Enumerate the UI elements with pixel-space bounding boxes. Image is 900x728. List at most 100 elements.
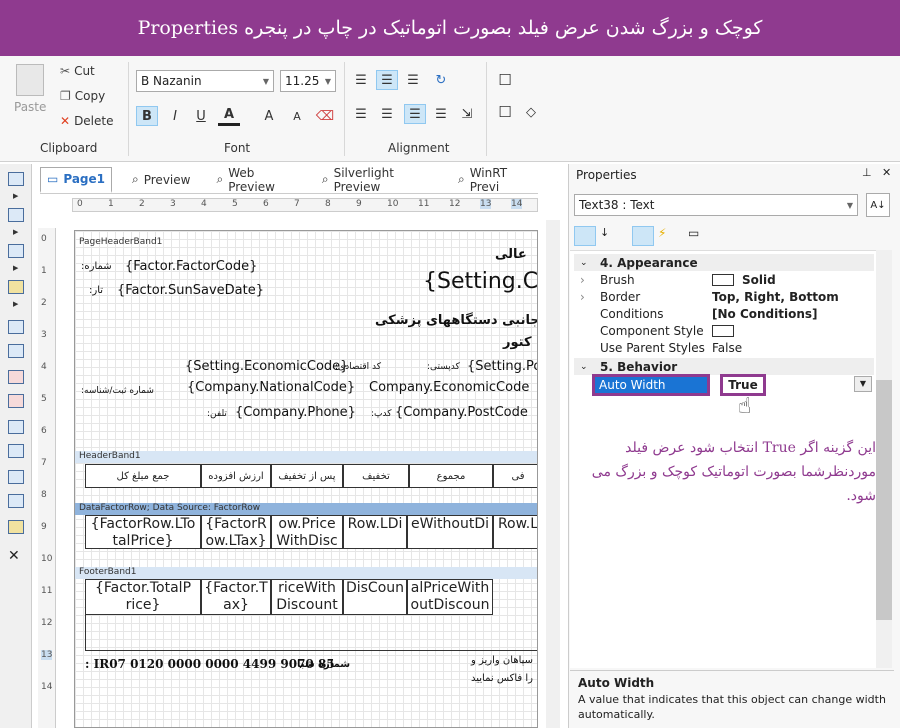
pin-icon[interactable]: ⊥: [862, 166, 872, 179]
sort-az-icon[interactable]: A↓: [866, 193, 890, 217]
border-all-icon[interactable]: ☐: [494, 102, 516, 122]
data-cell[interactable]: Row.L: [493, 515, 537, 549]
font-color-button[interactable]: A: [218, 106, 240, 126]
property-row[interactable]: › Border Top, Right, Bottom: [574, 288, 874, 305]
header-cell[interactable]: ارزش افزوده: [201, 464, 271, 488]
panel-icon[interactable]: [8, 470, 24, 484]
image-icon[interactable]: [8, 520, 24, 534]
setting-company-field[interactable]: {Setting.Co: [423, 269, 537, 294]
table-icon[interactable]: [8, 494, 24, 508]
data-cell[interactable]: {FactorRow.LTo talPrice}: [85, 515, 201, 549]
object-selector[interactable]: Text38 : Text ▼: [574, 194, 858, 216]
cut-button[interactable]: ✂ Cut: [60, 64, 95, 78]
font-family-select[interactable]: B Nazanin ▼: [136, 70, 274, 92]
align-right-icon[interactable]: ☰: [404, 104, 426, 124]
phone-field[interactable]: {Company.Phone}: [235, 405, 356, 420]
paste-button[interactable]: Paste: [14, 100, 46, 114]
band-icon[interactable]: [8, 172, 24, 186]
tools-icon[interactable]: ✕: [8, 548, 20, 564]
italic-button[interactable]: I: [164, 106, 186, 126]
auto-width-value[interactable]: True: [720, 374, 766, 396]
header-cell[interactable]: مجموع: [409, 464, 493, 488]
property-row[interactable]: Component Style: [574, 322, 874, 339]
save-date-field[interactable]: {Factor.SunSaveDate}: [117, 283, 264, 298]
property-row[interactable]: › Brush Solid: [574, 271, 874, 288]
title-text[interactable]: عالی: [495, 247, 527, 262]
property-row[interactable]: Use Parent Styles False: [574, 339, 874, 356]
border-icon[interactable]: ☐: [494, 70, 516, 90]
scroll-thumb[interactable]: [876, 380, 892, 620]
footer-cell[interactable]: {Factor.TotalP rice}: [85, 579, 201, 615]
expand-arrow-icon[interactable]: ▶: [13, 192, 18, 200]
company-postcode-field[interactable]: {Company.PostCode: [395, 405, 528, 420]
behavior-category[interactable]: ⌄ 5. Behavior: [574, 358, 874, 375]
property-row[interactable]: Conditions [No Conditions]: [574, 305, 874, 322]
appearance-category[interactable]: ⌄ 4. Appearance: [574, 254, 874, 271]
word-wrap-icon[interactable]: ⇲: [456, 104, 478, 124]
text-box-icon[interactable]: [8, 370, 24, 384]
panel-icon[interactable]: [8, 420, 24, 434]
rich-text-icon[interactable]: [8, 344, 24, 358]
tab-web-preview[interactable]: ⌕ Web Preview: [210, 166, 301, 194]
delete-button[interactable]: ✕ Delete: [60, 114, 114, 128]
footer-cell[interactable]: riceWith Discount: [271, 579, 343, 615]
expand-arrow-icon[interactable]: ▶: [13, 264, 18, 272]
events-icon[interactable]: ⚡: [658, 226, 678, 246]
auto-width-property-name[interactable]: Auto Width: [592, 374, 710, 396]
shrink-font-button[interactable]: A: [286, 106, 308, 126]
data-cell[interactable]: Row.LDi: [343, 515, 407, 549]
expand-arrow-icon[interactable]: ▶: [13, 300, 18, 308]
footer-note[interactable]: سپاهان واریز و: [471, 655, 533, 666]
bold-button[interactable]: B: [136, 106, 158, 126]
tab-winrt-preview[interactable]: ⌕ WinRT Previ: [452, 166, 538, 194]
header-cell[interactable]: پس از تخفیف: [271, 464, 343, 488]
panel-icon[interactable]: [8, 444, 24, 458]
eraser-icon[interactable]: ⌫: [314, 106, 336, 126]
tab-page1[interactable]: ▭ Page1: [40, 166, 112, 193]
subtitle2-text[interactable]: کتور: [503, 335, 532, 350]
tab-silverlight-preview[interactable]: ⌕ Silverlight Preview: [316, 166, 438, 194]
designer-scrollbar[interactable]: [546, 220, 560, 728]
national-code-field[interactable]: {Company.NationalCode}: [187, 380, 355, 395]
align-top-icon[interactable]: ☰: [350, 70, 372, 90]
data-cell[interactable]: ow.Price WithDisc: [271, 515, 343, 549]
align-bottom-icon[interactable]: ☰: [402, 70, 424, 90]
cross-band-icon[interactable]: [8, 244, 24, 258]
properties-icon[interactable]: [632, 226, 654, 246]
company-economic-field[interactable]: Company.EconomicCode: [369, 380, 529, 395]
text-box-icon[interactable]: [8, 394, 24, 408]
align-justify-icon[interactable]: ☰: [430, 104, 452, 124]
align-left-icon[interactable]: ☰: [350, 104, 372, 124]
data-cell[interactable]: eWithoutDi: [407, 515, 493, 549]
expand-arrow-icon[interactable]: ▶: [13, 228, 18, 236]
rotate-icon[interactable]: ↻: [430, 70, 452, 90]
header-cell[interactable]: فی: [493, 464, 537, 488]
subtitle-text[interactable]: م جانبی دستگاههای پزشکی: [375, 313, 537, 328]
footer-cell[interactable]: alPriceWith outDiscoun: [407, 579, 493, 615]
band-icon[interactable]: [8, 208, 24, 222]
footer-cell[interactable]: {Factor.T ax}: [201, 579, 271, 615]
grow-font-button[interactable]: A: [258, 106, 280, 126]
footer-cell[interactable]: DisCoun: [343, 579, 407, 615]
fill-bucket-icon[interactable]: ◇: [520, 102, 542, 122]
footer-note[interactable]: را فاکس نمایید: [471, 673, 533, 684]
text-icon[interactable]: [8, 320, 24, 334]
align-middle-icon[interactable]: ☰: [376, 70, 398, 90]
header-cell[interactable]: تخفیف: [343, 464, 409, 488]
alphabetical-icon[interactable]: ↓: [600, 226, 622, 246]
chevron-down-icon[interactable]: ▼: [854, 376, 872, 392]
close-icon[interactable]: ✕: [882, 166, 891, 179]
data-cell[interactable]: {FactorR ow.LTax}: [201, 515, 271, 549]
tab-preview[interactable]: ⌕ Preview: [126, 167, 196, 193]
header-cell[interactable]: جمع مبلغ کل: [85, 464, 201, 488]
categorized-icon[interactable]: [574, 226, 596, 246]
font-size-select[interactable]: 11.25 ▼: [280, 70, 336, 92]
image-icon[interactable]: [8, 280, 24, 294]
economic-code-field[interactable]: {Setting.EconomicCode}: [185, 359, 348, 374]
factor-code-field[interactable]: {Factor.FactorCode}: [125, 259, 257, 274]
underline-button[interactable]: U: [190, 106, 212, 126]
property-pages-icon[interactable]: ▭: [688, 226, 708, 246]
report-page[interactable]: PageHeaderBand1 :شماره {Factor.FactorCod…: [74, 230, 538, 728]
setting-postal-field[interactable]: {Setting.Po: [467, 359, 537, 374]
align-center-icon[interactable]: ☰: [376, 104, 398, 124]
